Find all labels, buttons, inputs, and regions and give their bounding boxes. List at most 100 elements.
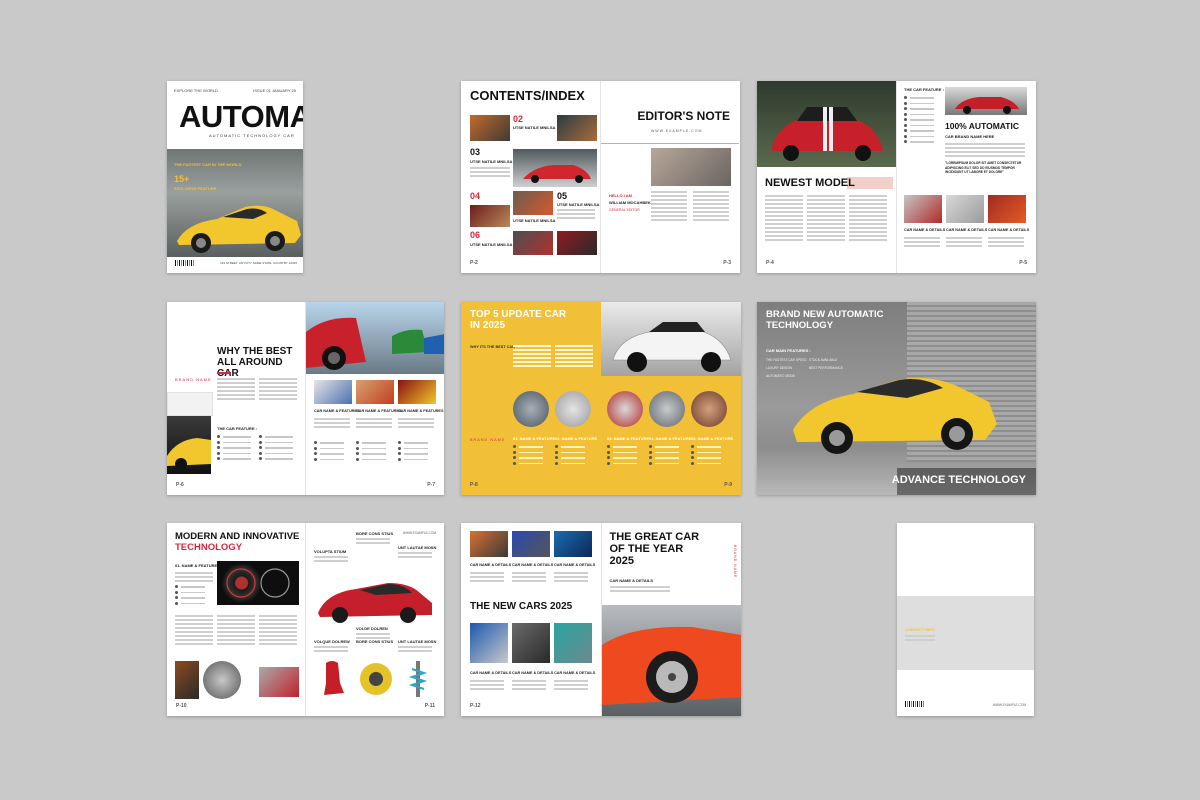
newest-col-2 bbox=[807, 195, 845, 243]
detail-photo-2 bbox=[946, 195, 984, 223]
contents-label-4: UTSE NATILE MNILSA bbox=[513, 218, 556, 223]
newest-col-1 bbox=[765, 195, 803, 243]
editor-title: EDITOR'S NOTE bbox=[637, 109, 730, 123]
cover-tag: THE FASTEST CAR IN THE WORLD bbox=[174, 162, 242, 167]
great-car-spread[interactable]: CAR NAME & DETAILS CAR NAME & DETAILS CA… bbox=[461, 523, 741, 716]
top5-brand: BRAND NAME bbox=[470, 438, 506, 442]
modern-col-1 bbox=[175, 615, 213, 647]
contents-img-6 bbox=[513, 231, 553, 255]
detail-photo-3 bbox=[988, 195, 1026, 223]
why-intro-1 bbox=[217, 378, 255, 402]
label-5-text bbox=[314, 646, 348, 654]
contents-label-5: UTSE NATILE MNILSA bbox=[557, 202, 600, 207]
great-photo-1 bbox=[470, 531, 508, 557]
top5-item-2: 02. NAME & FEATURE bbox=[555, 436, 598, 441]
modern-feature-label: 01. NAME & FEATURE bbox=[175, 563, 218, 568]
page-number: P-11 bbox=[424, 703, 435, 709]
top5-bullets-1 bbox=[513, 445, 543, 468]
feature-label: THE CAR FEATURE : bbox=[904, 87, 944, 92]
great-photo-2 bbox=[512, 531, 550, 557]
modern-url: WWW.EXAMPLE.COM bbox=[402, 531, 436, 535]
auto-title: 100% AUTOMATIC bbox=[945, 121, 1019, 131]
newest-left-page: NEWEST MODEL P-4 bbox=[757, 81, 896, 273]
contents-num-5: 05 bbox=[557, 191, 568, 201]
brandnew-yellow-car bbox=[793, 378, 997, 454]
why-right-page: CAR NAME & FEATURES CAR NAME & FEATURES … bbox=[305, 302, 444, 495]
contents-img-7 bbox=[557, 231, 597, 255]
modern-bullets bbox=[175, 585, 205, 608]
why-title-underline bbox=[217, 372, 231, 374]
modern-text bbox=[175, 572, 213, 584]
interior-photo bbox=[175, 661, 199, 699]
white-car-photo bbox=[945, 87, 1027, 115]
modern-right-page: WWW.EXAMPLE.COM VOLUPTA STIUM BORE CONS … bbox=[305, 523, 444, 716]
contents-img-1 bbox=[470, 115, 510, 141]
top5-bullets-3 bbox=[607, 445, 637, 468]
newest-title: NEWEST MODEL bbox=[765, 177, 855, 189]
great-text-1 bbox=[470, 572, 504, 584]
top5-title: TOP 5 UPDATE CAR IN 2025 bbox=[470, 309, 567, 331]
why-caption-3: CAR NAME & FEATURES bbox=[398, 409, 444, 413]
editor-url: WWW.EXAMPLE.COM bbox=[651, 129, 703, 133]
editor-name: WILLIAM MOCAHBEK bbox=[609, 200, 651, 205]
detail-caption-2: CAR NAME & DETAILS bbox=[946, 228, 988, 232]
back-contact-text bbox=[905, 635, 935, 643]
modern-col-3 bbox=[259, 615, 297, 647]
great-right-page: THE GREAT CAR OF THE YEAR 2025 CAR NAME … bbox=[600, 523, 741, 716]
editor-rule bbox=[601, 143, 739, 144]
red-car-small bbox=[259, 667, 299, 697]
seat-icon bbox=[324, 661, 344, 695]
modern-red-car bbox=[318, 583, 432, 623]
contents-label-6: UTSE NATILE MNILSA bbox=[470, 242, 513, 247]
label-4: VOLDE DOLREN bbox=[356, 626, 388, 631]
dashboard-photo bbox=[217, 561, 299, 605]
top5-circle-1 bbox=[513, 391, 549, 427]
why-feature-label: THE CAR FEATURE : bbox=[217, 426, 257, 431]
label-7: UNT LAUTAE MOSN bbox=[398, 639, 437, 644]
top5-item-5: 05. NAME & FEATURE bbox=[691, 436, 734, 441]
top5-left-page: TOP 5 UPDATE CAR IN 2025 WHY ITS THE BES… bbox=[461, 302, 601, 495]
great-text-5 bbox=[512, 680, 546, 692]
editor-page: EDITOR'S NOTE WWW.EXAMPLE.COM HELLO I AM… bbox=[600, 81, 740, 273]
great-side: BRAND NAME bbox=[733, 545, 737, 579]
brandnew-footer: ADVANCE TECHNOLOGY bbox=[891, 474, 1026, 486]
contents-text-5 bbox=[557, 209, 595, 221]
page-number: P-8 bbox=[470, 482, 478, 488]
barcode bbox=[175, 260, 195, 266]
why-best-spread[interactable]: WHY THE BEST ALL AROUND CAR BRAND NAME T… bbox=[167, 302, 444, 495]
great-text-6 bbox=[554, 680, 588, 692]
top5-circle-3 bbox=[607, 391, 643, 427]
modern-spread[interactable]: MODERN AND INNOVATIVE TECHNOLOGY 01. NAM… bbox=[167, 523, 444, 716]
top5-item-3: 03. NAME & FEATURE bbox=[607, 436, 650, 441]
page-number: P-6 bbox=[176, 482, 184, 488]
detail-text-3 bbox=[988, 237, 1024, 249]
contents-num-6: 06 bbox=[470, 230, 481, 240]
label-2: BORE CONS STIUS bbox=[356, 531, 394, 536]
cover-top-right: ISSUE 01 JANUARY 25 bbox=[253, 88, 296, 93]
cover-page[interactable]: EXPLORE THE WORLD ISSUE 01 JANUARY 25 AU… bbox=[167, 81, 303, 273]
why-bullets-1 bbox=[217, 435, 251, 464]
great-text-3 bbox=[554, 572, 588, 584]
top5-text-1 bbox=[513, 345, 551, 369]
newest-model-spread[interactable]: NEWEST MODEL P-4 THE CAR FEATURE : 100% … bbox=[757, 81, 1036, 273]
suspension-icon bbox=[408, 661, 428, 697]
round-photo bbox=[203, 661, 241, 699]
great-left-page: CAR NAME & DETAILS CAR NAME & DETAILS CA… bbox=[461, 523, 601, 716]
contents-img-4 bbox=[513, 191, 553, 215]
back-contact: CONTACT INFO bbox=[905, 627, 935, 632]
brand-new-spread[interactable]: BRAND NEW AUTOMATIC TECHNOLOGY CAR MAIN … bbox=[757, 302, 1036, 495]
top5-text-2 bbox=[555, 345, 593, 369]
why-title: WHY THE BEST ALL AROUND CAR bbox=[217, 346, 293, 379]
back-cover[interactable]: CONTACT INFO WWW.EXAMPLE.COM bbox=[897, 523, 1034, 716]
page-number: P-12 bbox=[470, 703, 481, 709]
top5-bullets-5 bbox=[691, 445, 721, 468]
contents-img-5 bbox=[470, 205, 510, 227]
why-photo-1 bbox=[314, 380, 352, 404]
top5-spread[interactable]: TOP 5 UPDATE CAR IN 2025 WHY ITS THE BES… bbox=[461, 302, 741, 495]
great-caption-4: CAR NAME & DETAILS bbox=[470, 671, 512, 675]
great-photo-3 bbox=[554, 531, 592, 557]
auto-text bbox=[945, 143, 1025, 159]
newest-col-3 bbox=[849, 195, 887, 243]
modern-title-a: MODERN AND INNOVATIVE bbox=[175, 531, 300, 542]
contents-spread[interactable]: CONTENTS/INDEX 02 UTSE NATILE MNILSA 03 … bbox=[461, 81, 740, 273]
